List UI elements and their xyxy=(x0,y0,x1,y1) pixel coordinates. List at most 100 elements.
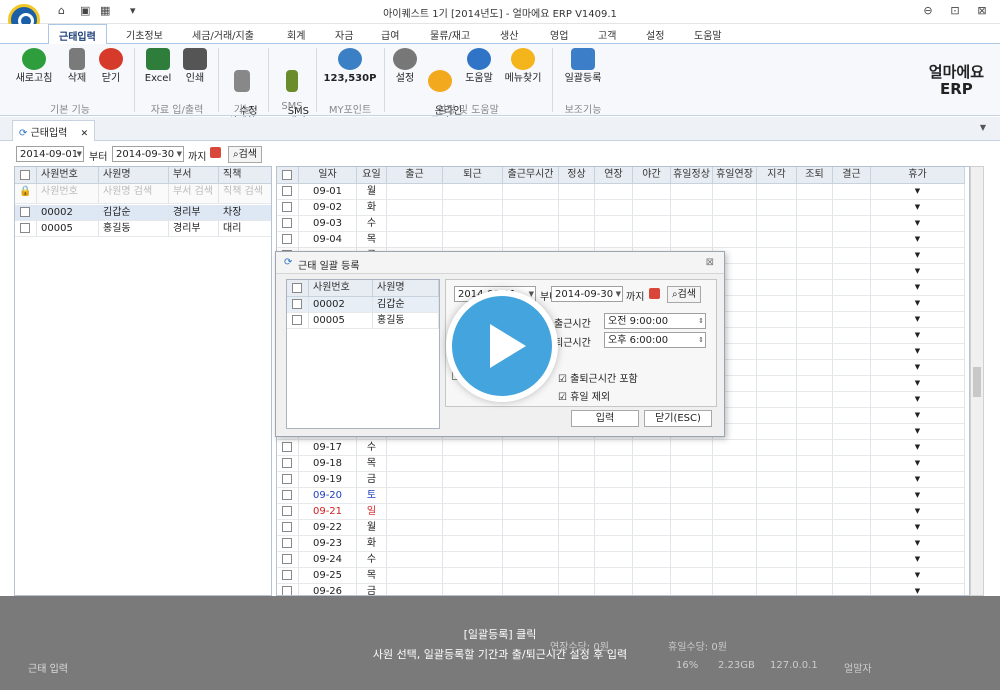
table-cell[interactable] xyxy=(757,280,797,296)
table-cell[interactable] xyxy=(797,552,833,568)
table-cell[interactable] xyxy=(595,200,633,216)
dialog-title-bar[interactable]: ⟳ 근태 일괄 등록 ⊠ xyxy=(276,252,724,274)
table-cell[interactable] xyxy=(633,584,671,595)
table-cell[interactable] xyxy=(833,328,871,344)
row-checkbox[interactable] xyxy=(282,218,292,228)
table-cell[interactable] xyxy=(757,504,797,520)
vacation-dropdown[interactable]: ▼ xyxy=(871,568,965,584)
table-row-checkbox-cell[interactable] xyxy=(277,584,299,595)
row-checkbox[interactable] xyxy=(282,506,292,516)
table-cell[interactable] xyxy=(833,456,871,472)
table-cell[interactable] xyxy=(713,584,757,595)
help-button[interactable]: 도움말 xyxy=(460,48,498,84)
table-cell[interactable] xyxy=(757,328,797,344)
calendar-icon[interactable]: ▦ xyxy=(100,4,110,17)
row-checkbox[interactable] xyxy=(292,299,302,309)
table-cell[interactable] xyxy=(797,584,833,595)
search-button[interactable]: ⌕검색 xyxy=(228,146,263,163)
table-cell[interactable] xyxy=(671,184,713,200)
table-cell[interactable] xyxy=(559,504,595,520)
select-all-header[interactable] xyxy=(15,167,37,184)
table-cell[interactable] xyxy=(559,232,595,248)
table-cell[interactable] xyxy=(671,488,713,504)
table-cell[interactable] xyxy=(671,568,713,584)
include-times-option-2[interactable]: ☑ 출퇴근시간 포함 xyxy=(558,370,638,385)
vertical-scrollbar[interactable] xyxy=(970,166,984,596)
table-cell[interactable] xyxy=(443,472,503,488)
position-filter-input[interactable]: 직책 검색 xyxy=(219,184,271,204)
vacation-dropdown[interactable]: ▼ xyxy=(871,440,965,456)
menu-tax[interactable]: 세금/거래/지출 xyxy=(192,27,254,42)
weekday-cell[interactable]: 목 xyxy=(357,456,387,472)
table-cell[interactable] xyxy=(757,552,797,568)
table-cell[interactable] xyxy=(833,504,871,520)
table-cell[interactable] xyxy=(671,200,713,216)
table-cell[interactable] xyxy=(595,472,633,488)
menu-search-button[interactable]: 메뉴찾기 xyxy=(500,48,546,84)
table-cell[interactable]: 김갑순 xyxy=(99,205,169,221)
maximize-icon[interactable]: ⊡ xyxy=(945,4,965,17)
home-icon[interactable]: ⌂ xyxy=(58,4,65,17)
table-cell[interactable] xyxy=(757,200,797,216)
table-cell[interactable] xyxy=(833,424,871,440)
vacation-dropdown[interactable]: ▼ xyxy=(871,584,965,595)
row-checkbox[interactable] xyxy=(282,586,292,595)
dialog-submit-button[interactable]: 입력 xyxy=(571,410,639,427)
exclude-holiday-option[interactable]: ☑ 휴일 제외 xyxy=(558,388,610,403)
table-cell[interactable] xyxy=(595,184,633,200)
date-cell[interactable]: 09-22 xyxy=(299,520,357,536)
weekday-cell[interactable]: 화 xyxy=(357,536,387,552)
table-cell[interactable] xyxy=(833,184,871,200)
table-cell[interactable] xyxy=(833,584,871,595)
table-cell[interactable] xyxy=(443,568,503,584)
minimize-icon[interactable]: ⊖ xyxy=(918,4,938,17)
table-cell[interactable] xyxy=(559,552,595,568)
table-cell[interactable] xyxy=(443,552,503,568)
table-cell[interactable]: 00005 xyxy=(37,221,99,237)
table-cell[interactable] xyxy=(833,248,871,264)
table-row-checkbox-cell[interactable] xyxy=(277,520,299,536)
table-cell[interactable] xyxy=(797,264,833,280)
vacation-dropdown[interactable]: ▼ xyxy=(871,296,965,312)
dialog-date-to-field[interactable]: 2014-09-30 ▼ xyxy=(551,286,623,302)
vacation-dropdown[interactable]: ▼ xyxy=(871,360,965,376)
table-cell[interactable] xyxy=(503,216,559,232)
emp-no-filter-input[interactable]: 사원번호 xyxy=(37,184,99,204)
row-checkbox[interactable] xyxy=(282,234,292,244)
vacation-dropdown[interactable]: ▼ xyxy=(871,312,965,328)
table-cell[interactable] xyxy=(671,216,713,232)
menu-payroll[interactable]: 급여 xyxy=(381,27,399,42)
table-cell[interactable] xyxy=(633,568,671,584)
table-cell[interactable] xyxy=(559,536,595,552)
table-cell[interactable] xyxy=(387,520,443,536)
table-cell[interactable] xyxy=(559,488,595,504)
row-checkbox[interactable] xyxy=(282,474,292,484)
row-checkbox[interactable] xyxy=(282,522,292,532)
table-cell[interactable] xyxy=(503,472,559,488)
table-cell[interactable] xyxy=(387,488,443,504)
table-cell[interactable] xyxy=(713,472,757,488)
table-cell[interactable] xyxy=(833,408,871,424)
table-cell[interactable] xyxy=(797,472,833,488)
menu-help[interactable]: 도움말 xyxy=(694,27,722,42)
column-header[interactable]: 휴일연장 xyxy=(713,167,757,184)
date-cell[interactable]: 09-24 xyxy=(299,552,357,568)
table-cell[interactable] xyxy=(833,200,871,216)
clock-in-field[interactable]: 오전 9:00:00 ⇕ xyxy=(604,313,706,329)
table-cell[interactable] xyxy=(559,568,595,584)
column-header[interactable]: 지각 xyxy=(757,167,797,184)
table-cell[interactable] xyxy=(387,232,443,248)
column-header[interactable]: 야간 xyxy=(633,167,671,184)
table-cell[interactable] xyxy=(503,184,559,200)
table-cell[interactable] xyxy=(443,232,503,248)
table-cell[interactable] xyxy=(671,504,713,520)
menu-settings[interactable]: 설정 xyxy=(646,27,664,42)
table-cell[interactable] xyxy=(443,536,503,552)
weekday-cell[interactable]: 목 xyxy=(357,568,387,584)
table-cell[interactable] xyxy=(387,536,443,552)
weekday-cell[interactable]: 금 xyxy=(357,584,387,595)
table-cell[interactable] xyxy=(833,440,871,456)
table-cell[interactable]: 00002 xyxy=(37,205,99,221)
table-cell[interactable] xyxy=(633,200,671,216)
table-cell[interactable] xyxy=(833,568,871,584)
